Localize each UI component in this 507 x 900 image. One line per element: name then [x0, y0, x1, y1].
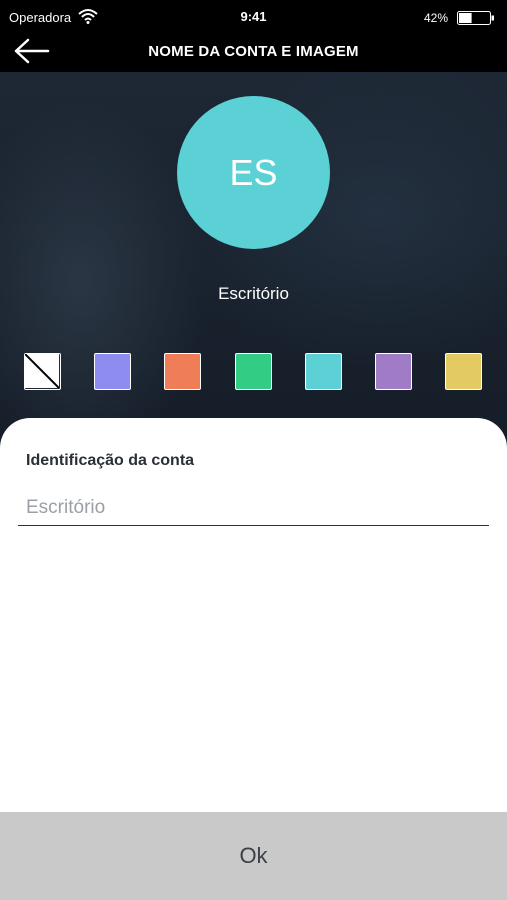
account-hero: ES Escritório: [0, 72, 507, 452]
battery-percent: 42%: [423, 11, 448, 25]
swatch-purple[interactable]: [375, 353, 412, 390]
avatar-initials: ES: [229, 151, 278, 193]
swatch-cyan[interactable]: [305, 353, 342, 390]
swatch-none[interactable]: [24, 353, 61, 390]
swatch-green[interactable]: [235, 353, 272, 390]
swatch-periwinkle[interactable]: [94, 353, 131, 390]
no-color-icon: [25, 354, 59, 388]
account-name-input[interactable]: [18, 490, 489, 526]
color-swatches: [24, 353, 486, 393]
ok-button-label: Ok: [239, 843, 268, 868]
field-label: Identificação da conta: [26, 452, 195, 469]
app-header: NOME DA CONTA E IMAGEM: [0, 34, 507, 72]
swatch-yellow[interactable]: [445, 353, 482, 390]
account-name: Escritório: [218, 284, 289, 303]
swatch-orange[interactable]: [164, 353, 201, 390]
page-title: NOME DA CONTA E IMAGEM: [148, 43, 359, 60]
avatar[interactable]: ES: [177, 96, 330, 249]
account-form-sheet: Identificação da conta: [0, 418, 507, 812]
battery-icon: [457, 11, 494, 25]
ok-button[interactable]: Ok: [0, 812, 507, 900]
status-bar: Operadora 9:41 42%: [0, 0, 507, 34]
